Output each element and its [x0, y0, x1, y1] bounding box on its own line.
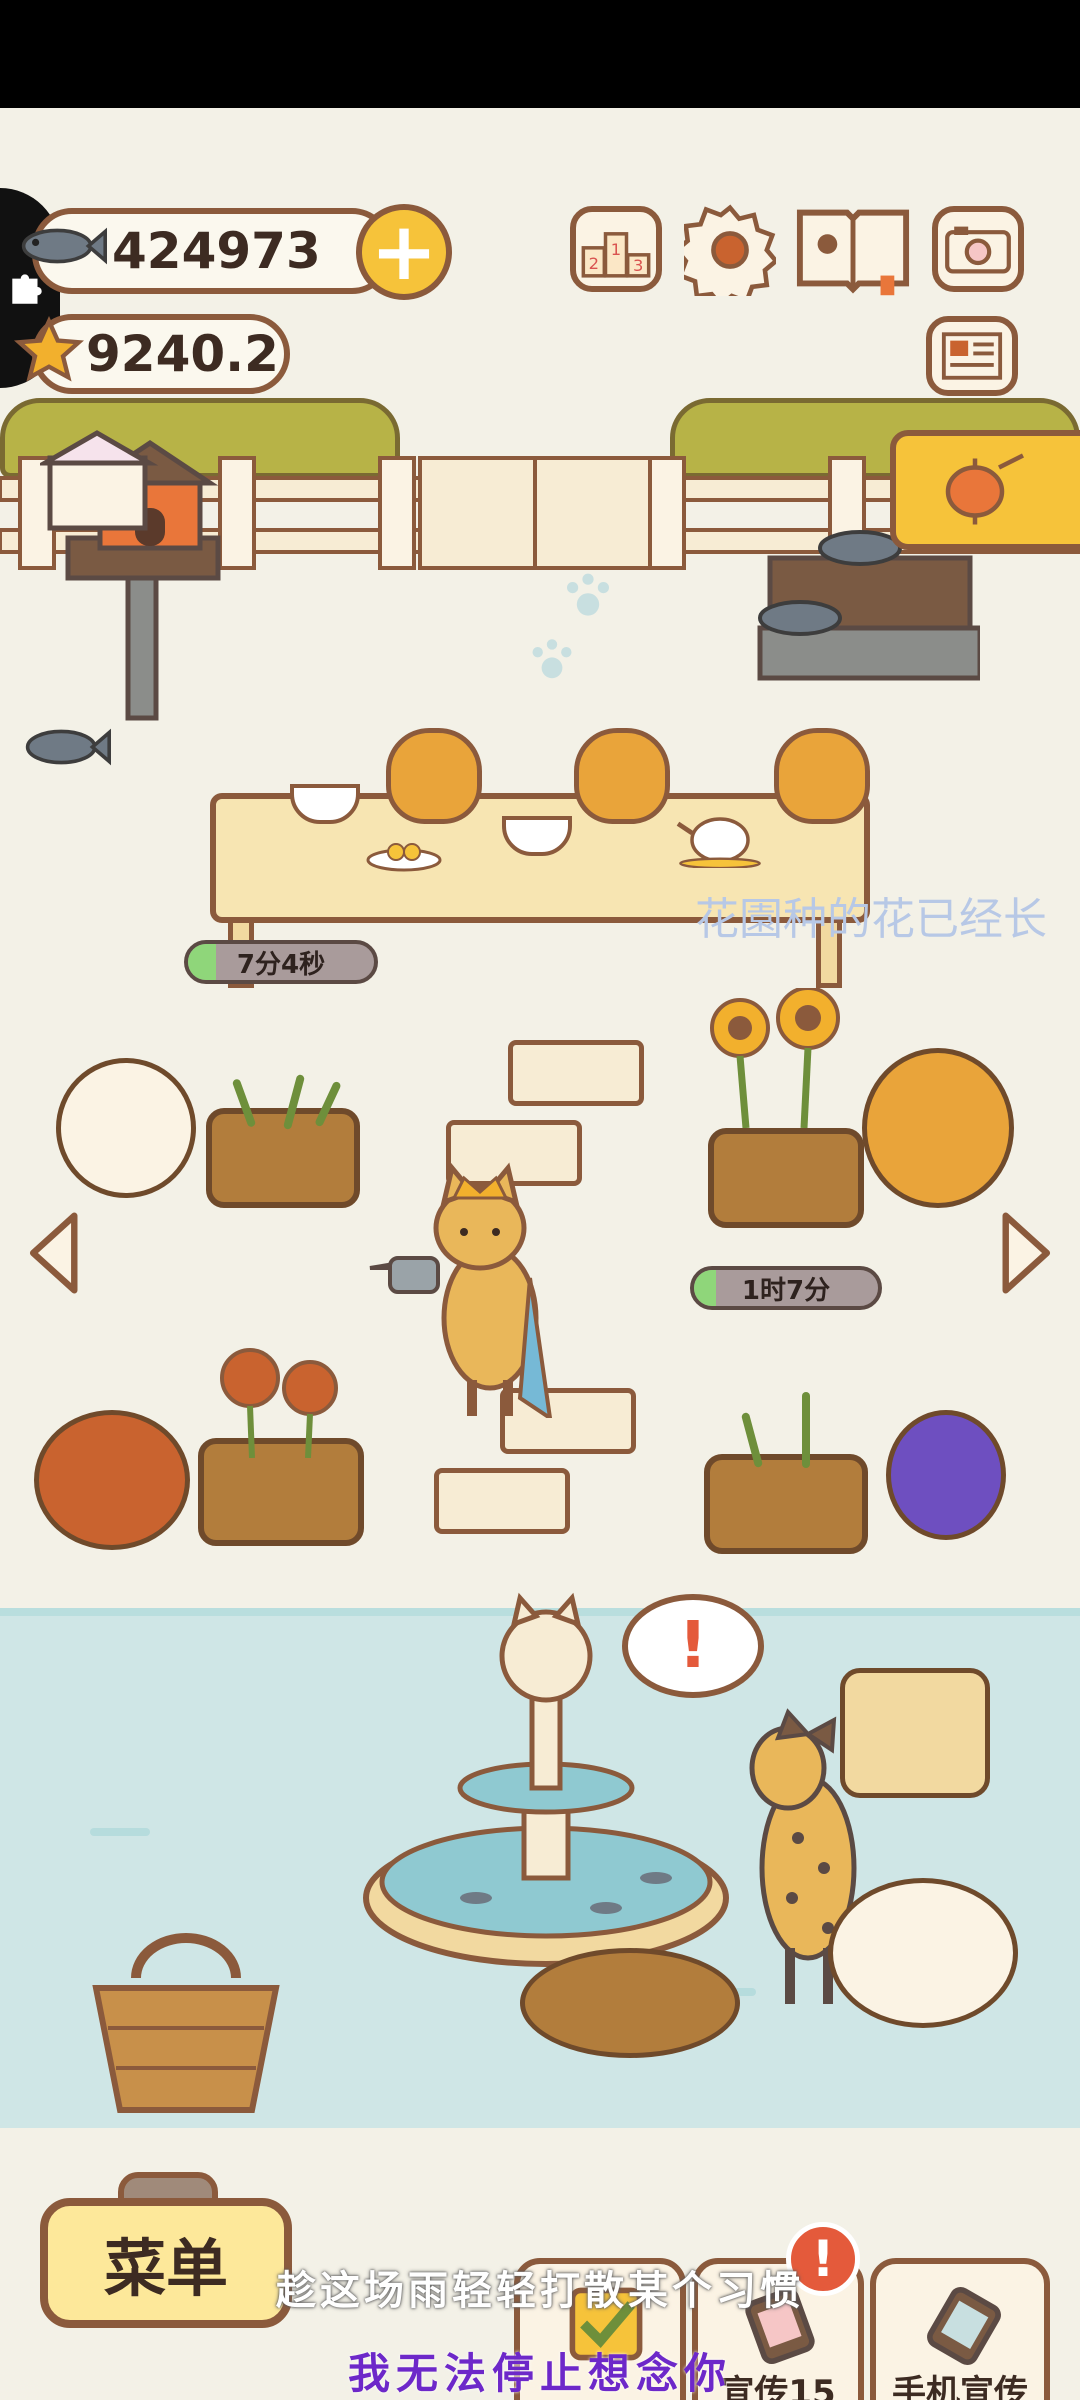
paw-print-icon [532, 639, 572, 679]
exclamation-icon: ! [678, 1609, 708, 1683]
flower-timer-bar: 1时7分 [690, 1266, 882, 1310]
teapot-icon [676, 817, 761, 868]
cookie-plate-icon [366, 843, 442, 872]
honey-pot [774, 728, 870, 824]
stepping-stone [508, 1040, 644, 1106]
tool-pile[interactable] [520, 1948, 740, 2058]
scene-right-arrow[interactable] [990, 1208, 1060, 1298]
game-scene[interactable]: 424973 + 9240.2 2 1 3 花園种的花已经长 7分4秒 1时7分… [0, 108, 1080, 2400]
newspaper-icon [941, 332, 1003, 380]
add-currency-button[interactable]: + [356, 204, 452, 300]
star-currency-value: 9240.2 [86, 325, 279, 383]
sunflower-pile[interactable] [862, 1048, 1014, 1208]
red-flower-icon [220, 1348, 338, 1458]
table-timer-fill [188, 944, 216, 980]
cat-house-mailbox[interactable] [40, 428, 240, 728]
scene-left-arrow[interactable] [20, 1208, 90, 1298]
chevron-right-icon [1002, 1212, 1051, 1294]
svg-text:1: 1 [611, 240, 621, 259]
stepping-stone [434, 1468, 570, 1534]
gear-icon [673, 204, 780, 309]
dropped-fish-icon[interactable] [18, 722, 114, 772]
red-flower-pile[interactable] [34, 1410, 190, 1550]
chevron-left-icon [29, 1212, 78, 1294]
paw-print-icon [567, 573, 609, 616]
table-timer-text: 7分4秒 [236, 949, 326, 980]
harvest-basket[interactable] [86, 1928, 286, 2118]
fish-icon [21, 227, 107, 265]
table-timer-bar: 7分4秒 [184, 940, 378, 984]
star-icon [14, 316, 84, 382]
event-lantern-sign[interactable] [890, 430, 1080, 550]
catalog-book-button[interactable] [794, 204, 912, 296]
book-icon [796, 209, 910, 296]
water-ripple [90, 1828, 150, 1836]
white-flower-pile[interactable] [56, 1058, 196, 1198]
lantern-icon [945, 453, 1025, 525]
svg-text:3: 3 [633, 256, 643, 275]
subtitle-line-1: 趁这场雨轻轻打散某个习惯 [276, 2267, 804, 2314]
honey-pot [386, 728, 482, 824]
gardener-cat[interactable] [360, 1158, 580, 1418]
speech-bubble[interactable]: ! [622, 1594, 764, 1698]
settings-button[interactable] [673, 204, 780, 309]
flower-timer-text: 1时7分 [741, 1275, 831, 1306]
daisy-pile[interactable] [828, 1878, 1018, 2028]
system-status-bar [0, 0, 1080, 108]
subtitle-line-2: 我无法停止想念你 [347, 2349, 732, 2398]
garden-plot-seedlings[interactable] [704, 1454, 868, 1554]
svg-text:2: 2 [589, 254, 599, 273]
flower-timer-fill [694, 1270, 717, 1306]
floating-notice-text: 花園种的花已经长 [695, 894, 1047, 945]
sprout [802, 1392, 810, 1468]
camera-button[interactable] [932, 206, 1024, 292]
honey-pot [574, 728, 670, 824]
leaderboard-button[interactable]: 2 1 3 [570, 206, 662, 292]
purple-flower-pile[interactable] [886, 1410, 1006, 1540]
fish-currency-value: 424973 [112, 222, 321, 280]
sunflower-icon [710, 988, 840, 1128]
grain-sack-pile[interactable] [840, 1668, 990, 1798]
garden-plot-sunflowers[interactable] [708, 1128, 864, 1228]
newspaper-button[interactable] [926, 316, 1018, 396]
camera-icon [945, 226, 1011, 274]
podium-icon: 2 1 3 [581, 232, 651, 278]
